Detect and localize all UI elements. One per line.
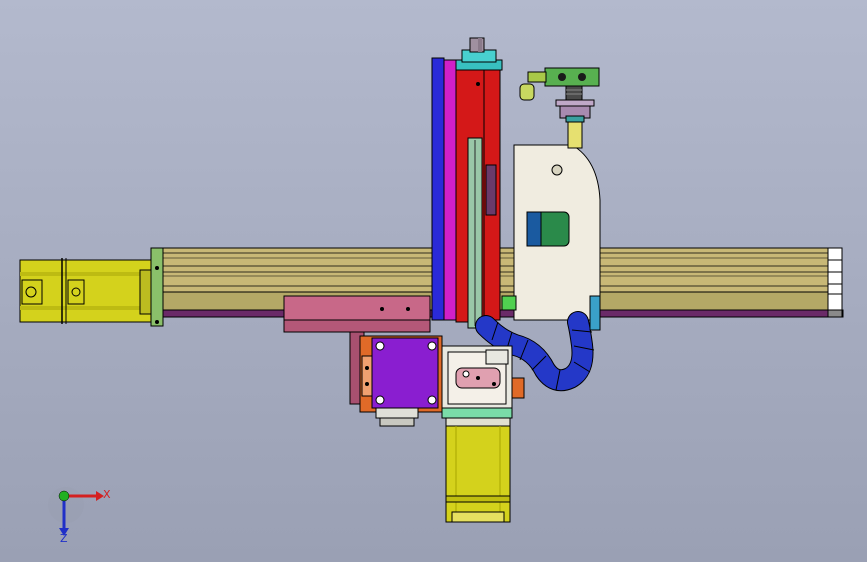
triad-x-label: X xyxy=(103,488,111,501)
vertical-servo-motor[interactable] xyxy=(445,417,511,523)
gripper-mount-fixture[interactable] xyxy=(513,144,601,321)
vertical-axis-column[interactable] xyxy=(431,57,501,329)
z-axis-gripper-block[interactable] xyxy=(441,345,525,419)
horizontal-linear-rail[interactable] xyxy=(162,247,843,295)
left-servo-motor[interactable] xyxy=(19,258,153,324)
cad-model-view[interactable]: X Z xyxy=(0,0,867,562)
cad-viewport[interactable]: X Z xyxy=(0,0,867,562)
side-motor-mount[interactable] xyxy=(359,335,443,427)
triad-z-label: Z xyxy=(60,532,68,545)
motor-flange-plate[interactable] xyxy=(150,247,164,327)
